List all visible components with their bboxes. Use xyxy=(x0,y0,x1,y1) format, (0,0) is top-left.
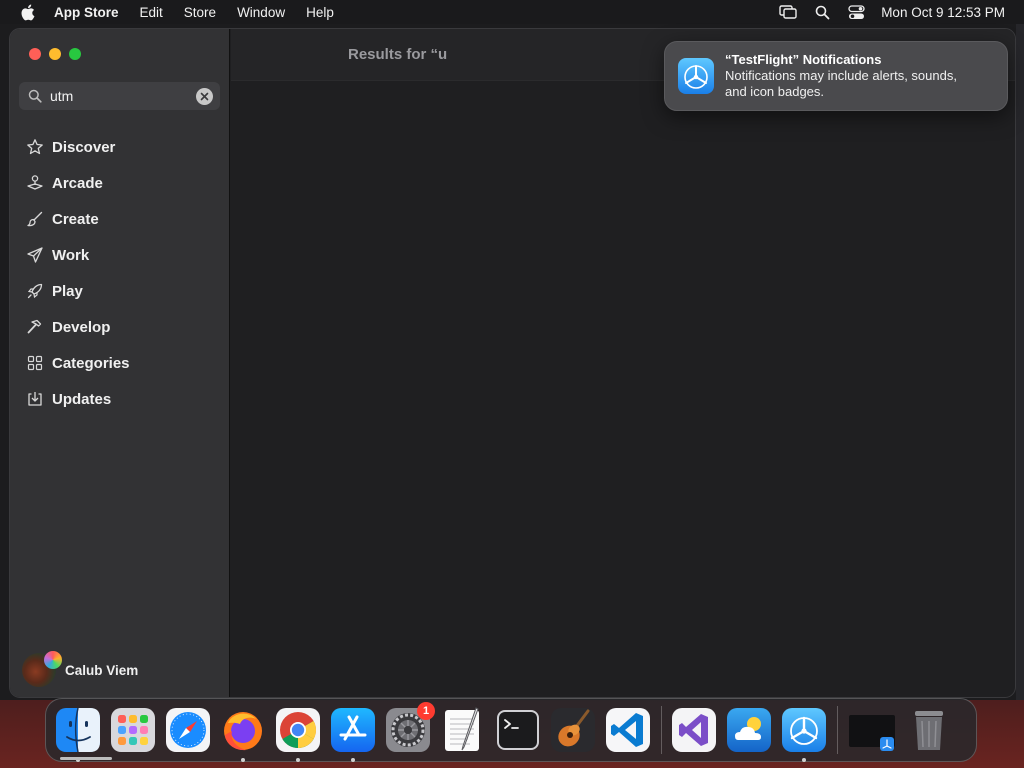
sidebar-item-categories[interactable]: Categories xyxy=(10,345,230,381)
firefox-icon xyxy=(224,712,262,751)
menu-edit[interactable]: Edit xyxy=(129,5,173,20)
sidebar-item-label: Updates xyxy=(52,390,112,408)
zoom-window-button[interactable] xyxy=(69,48,81,60)
chrome-icon xyxy=(276,708,320,752)
clear-search-icon[interactable] xyxy=(196,87,213,105)
weather-icon xyxy=(727,708,771,752)
dock-weather[interactable] xyxy=(726,707,772,753)
download-icon xyxy=(25,389,45,409)
account-button[interactable]: Calub Viem xyxy=(22,651,139,687)
running-indicator xyxy=(296,758,300,762)
minimized-window-thumbnail xyxy=(849,715,895,751)
dock-trash[interactable] xyxy=(906,707,952,753)
sidebar-item-create[interactable]: Create xyxy=(10,201,230,237)
avatar xyxy=(22,651,62,687)
apple-menu-icon[interactable] xyxy=(0,4,54,21)
close-window-button[interactable] xyxy=(29,48,41,60)
dock: 1 xyxy=(45,698,977,762)
dock-vscode[interactable] xyxy=(605,707,651,753)
spotlight-search-icon[interactable] xyxy=(805,0,839,24)
dock-separator xyxy=(661,706,662,754)
sidebar-item-label: Play xyxy=(52,282,83,300)
joystick-icon xyxy=(25,173,45,193)
dock-garageband[interactable] xyxy=(550,707,596,753)
rocket-icon xyxy=(25,281,45,301)
sidebar-item-label: Arcade xyxy=(52,174,103,192)
sidebar: Discover Arcade Create Work xyxy=(10,29,230,697)
sidebar-item-label: Create xyxy=(52,210,99,228)
sidebar-nav: Discover Arcade Create Work Play Develop… xyxy=(10,129,230,417)
launchpad-icon xyxy=(111,708,155,752)
minimize-window-button[interactable] xyxy=(49,48,61,60)
sidebar-item-discover[interactable]: Discover xyxy=(10,129,230,165)
menu-bar-clock[interactable]: Mon Oct 9 12:53 PM xyxy=(873,5,1024,20)
window-controls xyxy=(29,48,81,60)
trash-icon xyxy=(915,711,943,750)
dock-finder[interactable] xyxy=(55,707,101,762)
dock-app-store[interactable] xyxy=(330,707,376,762)
screen-mirroring-icon[interactable] xyxy=(771,0,805,24)
dock-textedit[interactable] xyxy=(440,707,486,753)
menu-store[interactable]: Store xyxy=(173,5,226,20)
dock-chrome[interactable] xyxy=(275,707,321,762)
running-indicator xyxy=(802,758,806,762)
dock-minimized-window[interactable] xyxy=(847,707,897,753)
sidebar-item-arcade[interactable]: Arcade xyxy=(10,165,230,201)
page-title: Results for “u xyxy=(348,46,448,63)
grid-icon xyxy=(25,353,45,373)
guitar-icon xyxy=(551,708,595,752)
notification-body-line1: Notifications may include alerts, sounds… xyxy=(725,68,957,83)
dock-separator xyxy=(837,706,838,754)
dock-system-settings[interactable]: 1 xyxy=(385,702,435,753)
notification-body-line2: and icon badges. xyxy=(725,84,825,99)
terminal-icon xyxy=(497,710,539,750)
dock-terminal[interactable] xyxy=(495,707,541,753)
menu-app-name[interactable]: App Store xyxy=(54,5,129,20)
dock-launchpad[interactable] xyxy=(110,707,156,753)
app-store-window: Discover Arcade Create Work xyxy=(9,28,1016,698)
visual-studio-icon xyxy=(672,708,716,752)
star-icon xyxy=(25,137,45,157)
search-input[interactable] xyxy=(50,88,196,104)
sidebar-item-updates[interactable]: Updates xyxy=(10,381,230,417)
safari-icon xyxy=(166,708,210,752)
vscode-icon xyxy=(606,708,650,752)
sidebar-item-label: Categories xyxy=(52,354,130,372)
paperplane-icon xyxy=(25,245,45,265)
sidebar-item-label: Work xyxy=(52,246,90,264)
dock-safari[interactable] xyxy=(165,707,211,753)
testflight-icon xyxy=(782,708,826,752)
dock-testflight[interactable] xyxy=(781,707,827,762)
account-name: Calub Viem xyxy=(65,662,139,678)
sidebar-item-play[interactable]: Play xyxy=(10,273,230,309)
running-indicator xyxy=(241,758,245,762)
textedit-icon xyxy=(445,707,479,751)
sidebar-item-develop[interactable]: Develop xyxy=(10,309,230,345)
menu-window[interactable]: Window xyxy=(227,5,296,20)
background-window-edge xyxy=(1016,24,1024,700)
running-indicator xyxy=(351,758,355,762)
menu-bar: App Store Edit Store Window Help Mon Oct… xyxy=(0,0,1024,24)
search-field[interactable] xyxy=(19,82,220,110)
finder-icon xyxy=(56,707,100,753)
app-store-icon xyxy=(331,708,375,752)
notification-banner[interactable]: “TestFlight” Notifications Notifications… xyxy=(664,41,1008,111)
control-center-icon[interactable] xyxy=(839,0,873,24)
notification-badge: 1 xyxy=(417,702,435,720)
dock-visual-studio[interactable] xyxy=(671,707,717,753)
hammer-icon xyxy=(25,317,45,337)
menu-help[interactable]: Help xyxy=(296,5,345,20)
sidebar-item-work[interactable]: Work xyxy=(10,237,230,273)
notification-title: “TestFlight” Notifications xyxy=(725,52,882,67)
dock-firefox[interactable] xyxy=(220,707,266,762)
sidebar-item-label: Discover xyxy=(52,138,116,156)
sidebar-item-label: Develop xyxy=(52,318,111,336)
paintbrush-icon xyxy=(25,209,45,229)
launchpad-progress-indicator xyxy=(60,757,112,760)
testflight-icon xyxy=(677,57,715,95)
search-icon xyxy=(26,87,44,105)
